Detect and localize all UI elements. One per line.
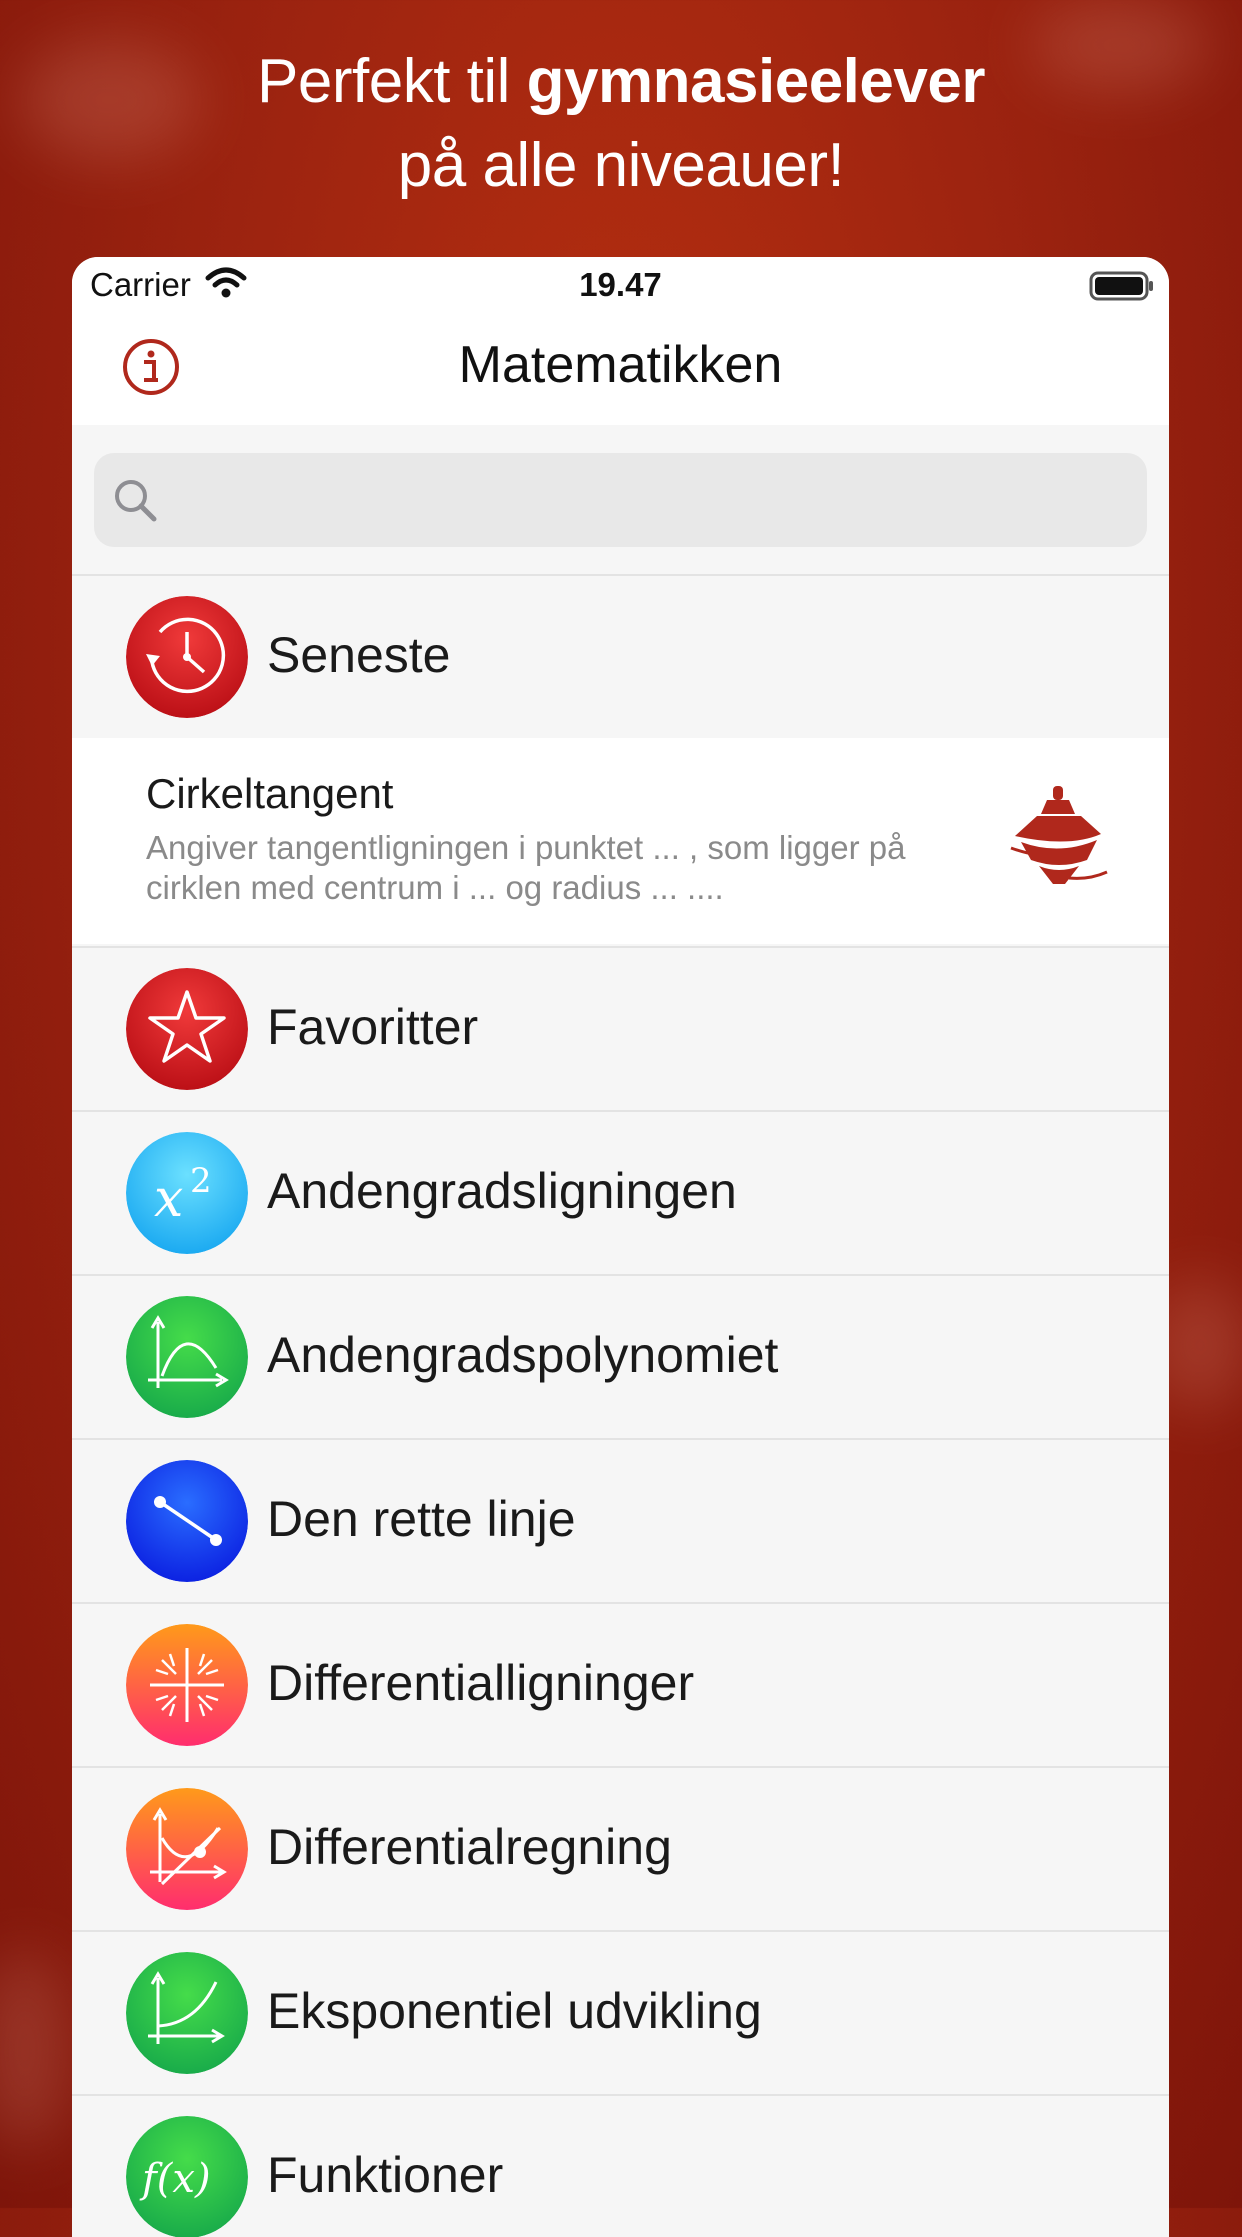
headline-bold: gymnasieelever [526, 47, 986, 116]
star-icon [126, 968, 248, 1090]
list-item-andengradspolynomiet[interactable]: Andengradspolynomiet [72, 1274, 1169, 1438]
direction-field-icon [126, 1624, 248, 1746]
svg-text:f(x): f(x) [139, 2156, 211, 2202]
list-item-label: Differentialligninger [267, 1655, 695, 1711]
list-item-label: Eksponentiel udvikling [267, 1983, 762, 2039]
line-segment-icon [126, 1460, 248, 1582]
list-item-label: Andengradsligningen [267, 1163, 737, 1219]
svg-text:x: x [154, 1169, 183, 1229]
list-item-eksponentiel-udvikling[interactable]: Eksponentiel udvikling [72, 1930, 1169, 2094]
phone-screen: Carrier 19.47 Matematikken Seneste Cirke… [72, 257, 1169, 2237]
tangent-graph-icon [126, 1788, 248, 1910]
recent-item-description: Angiver tangentligningen i punktet ... ,… [146, 829, 906, 906]
clock-history-icon [126, 596, 248, 718]
list-item-label: Andengradspolynomiet [267, 1327, 779, 1383]
list-item-funktioner[interactable]: f(x) Funktioner [72, 2094, 1169, 2237]
search-icon [115, 480, 157, 522]
search-area [72, 425, 1169, 571]
list-item-den-rette-linje[interactable]: Den rette linje [72, 1438, 1169, 1602]
parabola-graph-icon [126, 1296, 248, 1418]
headline-line2: på alle niveauer! [397, 131, 845, 200]
nav-bar: Matematikken [72, 313, 1169, 425]
promo-headline: Perfekt til gymnasieelever på alle nivea… [0, 40, 1242, 208]
list-item-seneste[interactable]: Seneste [72, 574, 1169, 738]
list-item-label: Favoritter [267, 999, 479, 1055]
list-item-label: Seneste [267, 627, 451, 683]
recent-item-title: Cirkeltangent [146, 770, 394, 817]
list-item-label: Funktioner [267, 2147, 504, 2203]
exponential-graph-icon [126, 1952, 248, 2074]
spinning-top-icon [1010, 786, 1108, 884]
list-item-andengradsligningen[interactable]: x 2 Andengradsligningen [72, 1110, 1169, 1274]
status-bar: Carrier 19.47 [72, 257, 1169, 313]
list-item-differentialregning[interactable]: Differentialregning [72, 1766, 1169, 1930]
recent-item-cirkeltangent[interactable]: Cirkeltangent Angiver tangentligningen i… [72, 738, 1169, 944]
list-item-favoritter[interactable]: Favoritter [72, 946, 1169, 1110]
clock-time: 19.47 [579, 266, 662, 303]
list-item-differentialligninger[interactable]: Differentialligninger [72, 1602, 1169, 1766]
list-item-label: Den rette linje [267, 1491, 576, 1547]
list-item-label: Differentialregning [267, 1819, 672, 1875]
nav-title: Matematikken [458, 336, 783, 394]
headline-normal: Perfekt til [257, 47, 510, 116]
x-squared-icon: x 2 [126, 1132, 248, 1254]
svg-text:2: 2 [190, 1161, 212, 1201]
background-blur [0, 1950, 70, 2150]
function-fx-icon: f(x) [126, 2116, 248, 2237]
search-input[interactable] [94, 453, 1147, 547]
battery-icon [1089, 271, 1153, 301]
